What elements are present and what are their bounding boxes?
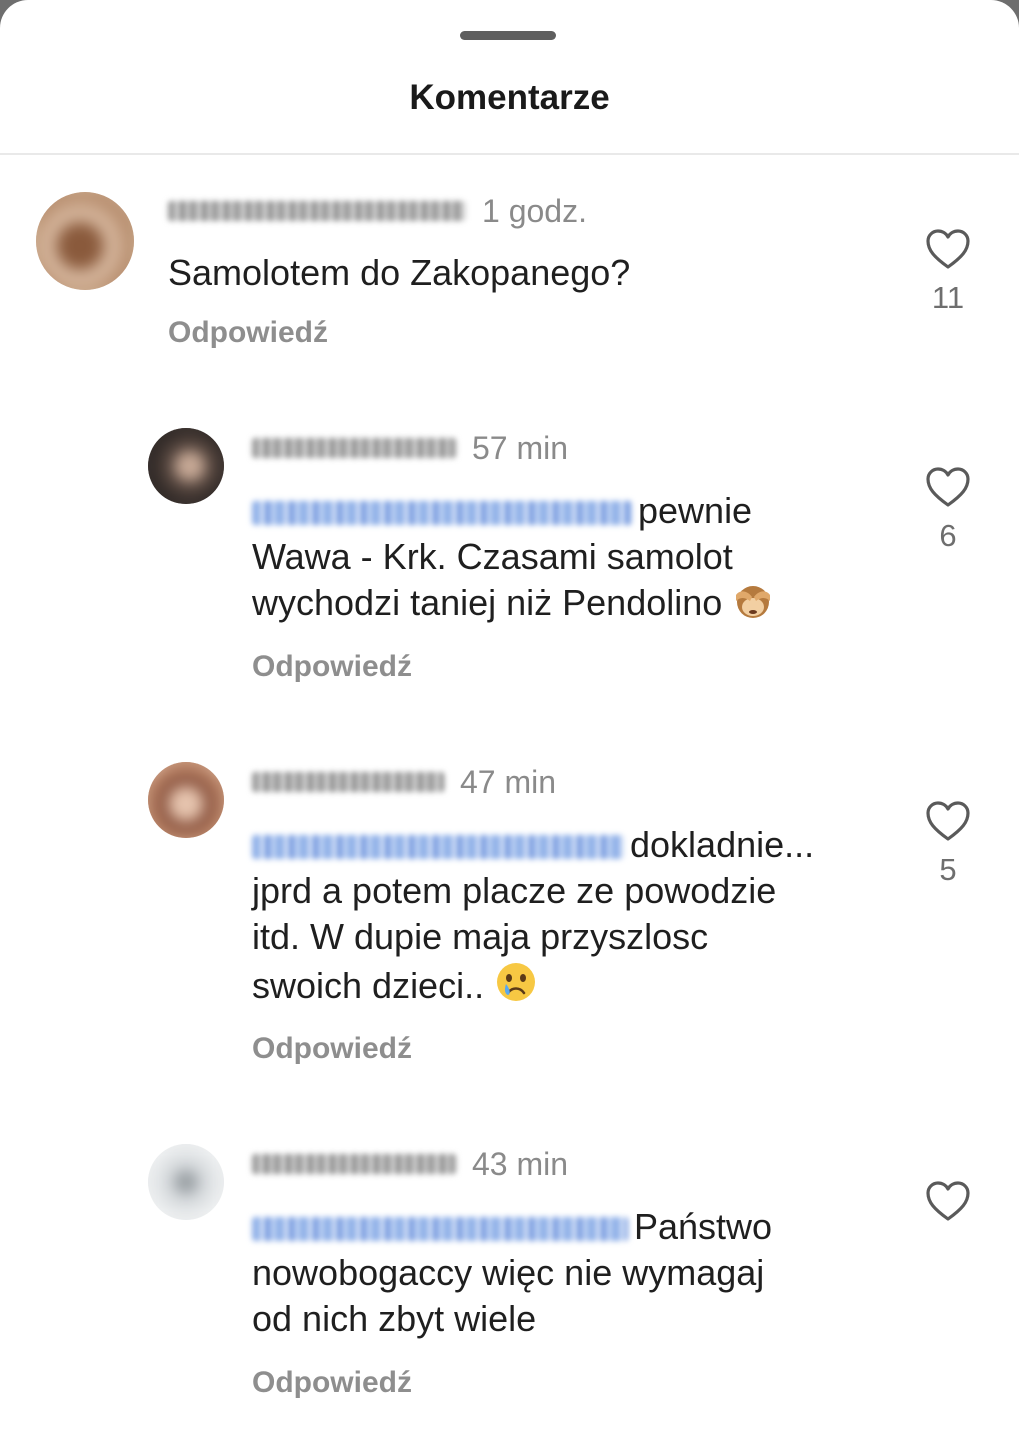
- comment-meta: 57 min: [252, 426, 568, 470]
- username[interactable]: [168, 201, 466, 221]
- comment-line: dokladnie...: [252, 822, 814, 868]
- comment-line: itd. W dupie maja przyszlosc: [252, 916, 709, 957]
- mention[interactable]: [252, 835, 624, 859]
- reply-button[interactable]: Odpowiedź: [252, 1032, 412, 1066]
- like-control: 5: [918, 800, 978, 888]
- comment-line: Wawa - Krk. Czasami samolot: [252, 536, 733, 577]
- comment-line: Państwo: [252, 1204, 772, 1250]
- like-control: [918, 1180, 978, 1222]
- comment-text: Państwo nowobogaccy więc nie wymagaj od …: [252, 1204, 772, 1342]
- avatar[interactable]: [148, 762, 224, 838]
- avatar[interactable]: [36, 192, 134, 290]
- timestamp: 47 min: [460, 763, 557, 800]
- comment-text: pewnie Wawa - Krk. Czasami samolot wycho…: [252, 488, 774, 632]
- username[interactable]: [252, 772, 444, 792]
- comment-line: Samolotem do Zakopanego?: [168, 252, 631, 293]
- see-no-evil-monkey-icon: [732, 581, 774, 632]
- crying-face-icon: [494, 960, 538, 1015]
- timestamp: 57 min: [472, 429, 569, 466]
- mention[interactable]: [252, 501, 632, 525]
- reply-button[interactable]: Odpowiedź: [252, 1366, 412, 1400]
- sheet-title: Komentarze: [409, 78, 610, 117]
- comment-text: dokladnie... jprd a potem placze ze powo…: [252, 822, 814, 1015]
- timestamp: 43 min: [472, 1145, 569, 1182]
- heart-icon[interactable]: [918, 1180, 978, 1222]
- avatar[interactable]: [148, 1144, 224, 1220]
- like-count: 6: [939, 518, 957, 553]
- comment-meta: 1 godz.: [168, 189, 587, 233]
- comment-line: od nich zbyt wiele: [252, 1298, 537, 1339]
- reply-button[interactable]: Odpowiedź: [252, 650, 412, 684]
- reply-button[interactable]: Odpowiedź: [168, 316, 328, 350]
- comment-line: pewnie: [252, 488, 774, 534]
- like-control: 6: [918, 466, 978, 554]
- timestamp: 1 godz.: [482, 192, 587, 229]
- username[interactable]: [252, 1154, 456, 1174]
- mention[interactable]: [252, 1217, 628, 1241]
- heart-icon[interactable]: [918, 800, 978, 842]
- username[interactable]: [252, 438, 456, 458]
- header-divider: [0, 153, 1019, 155]
- like-count: 5: [939, 852, 957, 887]
- comment-line: nowobogaccy więc nie wymagaj: [252, 1252, 765, 1293]
- comment-meta: 43 min: [252, 1142, 568, 1186]
- comment-line: jprd a potem placze ze powodzie: [252, 870, 777, 911]
- heart-icon[interactable]: [918, 228, 978, 270]
- avatar[interactable]: [148, 428, 224, 504]
- comment-line: swoich dzieci..: [252, 960, 814, 1015]
- drag-handle[interactable]: [460, 31, 556, 40]
- comment-meta: 47 min: [252, 760, 556, 804]
- like-control: 11: [918, 228, 978, 316]
- comment-line: wychodzi taniej niż Pendolino: [252, 580, 774, 632]
- comments-sheet: Komentarze 1 godz. Samolotem do Zakopane…: [0, 0, 1019, 1440]
- comment-text: Samolotem do Zakopanego?: [168, 250, 630, 296]
- like-count: 11: [931, 280, 965, 315]
- heart-icon[interactable]: [918, 466, 978, 508]
